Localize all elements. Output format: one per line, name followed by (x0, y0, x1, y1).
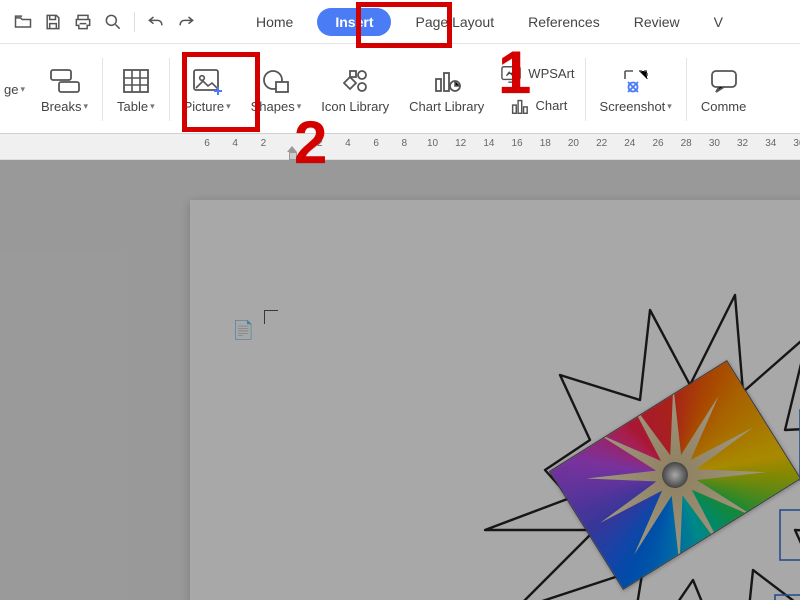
ruler-tick: 14 (482, 138, 496, 149)
ruler-tick: 10 (426, 138, 440, 149)
save-icon[interactable] (38, 7, 68, 37)
screenshot-icon (619, 65, 653, 97)
comment-icon (709, 65, 739, 97)
comment-label-partial: Comme (701, 99, 747, 114)
ruler-tick: 30 (707, 138, 721, 149)
ruler-tick: 32 (736, 138, 750, 149)
ruler-tick: 20 (566, 138, 580, 149)
caret-icon: ▾ (83, 101, 88, 112)
caret-icon: ▾ (667, 101, 672, 112)
document-icon: 📄 (232, 320, 254, 341)
ruler-tick: 4 (341, 138, 355, 149)
tab-view-partial[interactable]: V (704, 8, 733, 36)
caret-icon: ▾ (150, 101, 155, 112)
ruler-tick: 12 (454, 138, 468, 149)
ruler-tick: 6 (369, 138, 383, 149)
chart-library-icon (432, 65, 462, 97)
shapes-icon (261, 65, 291, 97)
ruler-tick: 4 (228, 138, 242, 149)
group-comment-partial[interactable]: Comme (691, 50, 757, 129)
group-chart-library[interactable]: Chart Library (399, 50, 494, 129)
tab-page-layout[interactable]: Page Layout (405, 8, 504, 36)
ruler-tick: 36 (792, 138, 800, 149)
ribbon-separator (102, 58, 103, 121)
page-label-partial: ge (4, 82, 18, 97)
chart-label: Chart (536, 98, 568, 113)
ribbon-separator (686, 58, 687, 121)
picture-label: Picture (184, 99, 224, 114)
tab-insert[interactable]: Insert (317, 8, 391, 36)
group-breaks[interactable]: Breaks▾ (31, 50, 98, 129)
menu-tabs: Home Insert Page Layout References Revie… (246, 0, 733, 43)
ribbon-separator (169, 58, 170, 121)
ruler-tick: 22 (595, 138, 609, 149)
wpsart-icon (500, 64, 522, 84)
group-page-partial[interactable]: ge▾ (4, 50, 31, 129)
chart-icon (508, 96, 530, 116)
breaks-label: Breaks (41, 99, 81, 114)
quick-access-toolbar: Home Insert Page Layout References Revie… (0, 0, 800, 44)
tab-references[interactable]: References (518, 8, 610, 36)
table-icon (121, 65, 151, 97)
document-workspace: 📄 (0, 160, 800, 600)
group-shapes[interactable]: Shapes▾ (241, 50, 312, 129)
icon-library-label: Icon Library (321, 99, 389, 114)
breaks-icon (49, 65, 81, 97)
blue-rectangle-shapes[interactable] (770, 320, 800, 600)
chart-library-label: Chart Library (409, 99, 484, 114)
open-icon[interactable] (8, 7, 38, 37)
shapes-label: Shapes (251, 99, 295, 114)
undo-icon[interactable] (141, 7, 171, 37)
ruler-tick: 26 (651, 138, 665, 149)
text-cursor-anchor (264, 310, 278, 324)
chart-button[interactable]: Chart (508, 96, 568, 116)
group-icon-library[interactable]: Icon Library (311, 50, 399, 129)
toolbar-separator (134, 12, 135, 32)
ribbon-separator (585, 58, 586, 121)
print-preview-icon[interactable] (98, 7, 128, 37)
ruler-tick: 6 (200, 138, 214, 149)
tab-review[interactable]: Review (624, 8, 690, 36)
redo-icon[interactable] (171, 7, 201, 37)
ruler-tick: 18 (538, 138, 552, 149)
group-wpsart-chart: WPSArt Chart (494, 50, 580, 129)
wpsart-label: WPSArt (528, 66, 574, 81)
picture-icon (191, 65, 223, 97)
ruler-tick: 8 (397, 138, 411, 149)
ruler-tick: 24 (623, 138, 637, 149)
ruler-tick: 2 (313, 138, 327, 149)
icon-library-icon (340, 65, 370, 97)
wpsart-button[interactable]: WPSArt (500, 64, 574, 84)
indent-marker-icon[interactable] (287, 146, 297, 160)
group-table[interactable]: Table▾ (107, 50, 165, 129)
document-page[interactable] (190, 200, 800, 600)
group-picture[interactable]: Picture▾ (174, 50, 241, 129)
ruler-tick: 2 (256, 138, 270, 149)
group-screenshot[interactable]: Screenshot▾ (590, 50, 682, 129)
print-icon[interactable] (68, 7, 98, 37)
ribbon-insert: ge▾ Breaks▾ Table▾ Picture▾ Shapes▾ Icon… (0, 44, 800, 134)
caret-icon: ▾ (20, 84, 25, 95)
ruler-tick: 28 (679, 138, 693, 149)
horizontal-ruler[interactable]: 6 4 2 2 4 6 8 10 12 14 16 18 20 22 24 26… (0, 134, 800, 160)
caret-icon: ▾ (226, 101, 231, 112)
table-label: Table (117, 99, 148, 114)
tab-home[interactable]: Home (246, 8, 303, 36)
screenshot-label: Screenshot (600, 99, 666, 114)
caret-icon: ▾ (297, 101, 302, 112)
ruler-tick: 16 (510, 138, 524, 149)
ruler-tick: 34 (764, 138, 778, 149)
